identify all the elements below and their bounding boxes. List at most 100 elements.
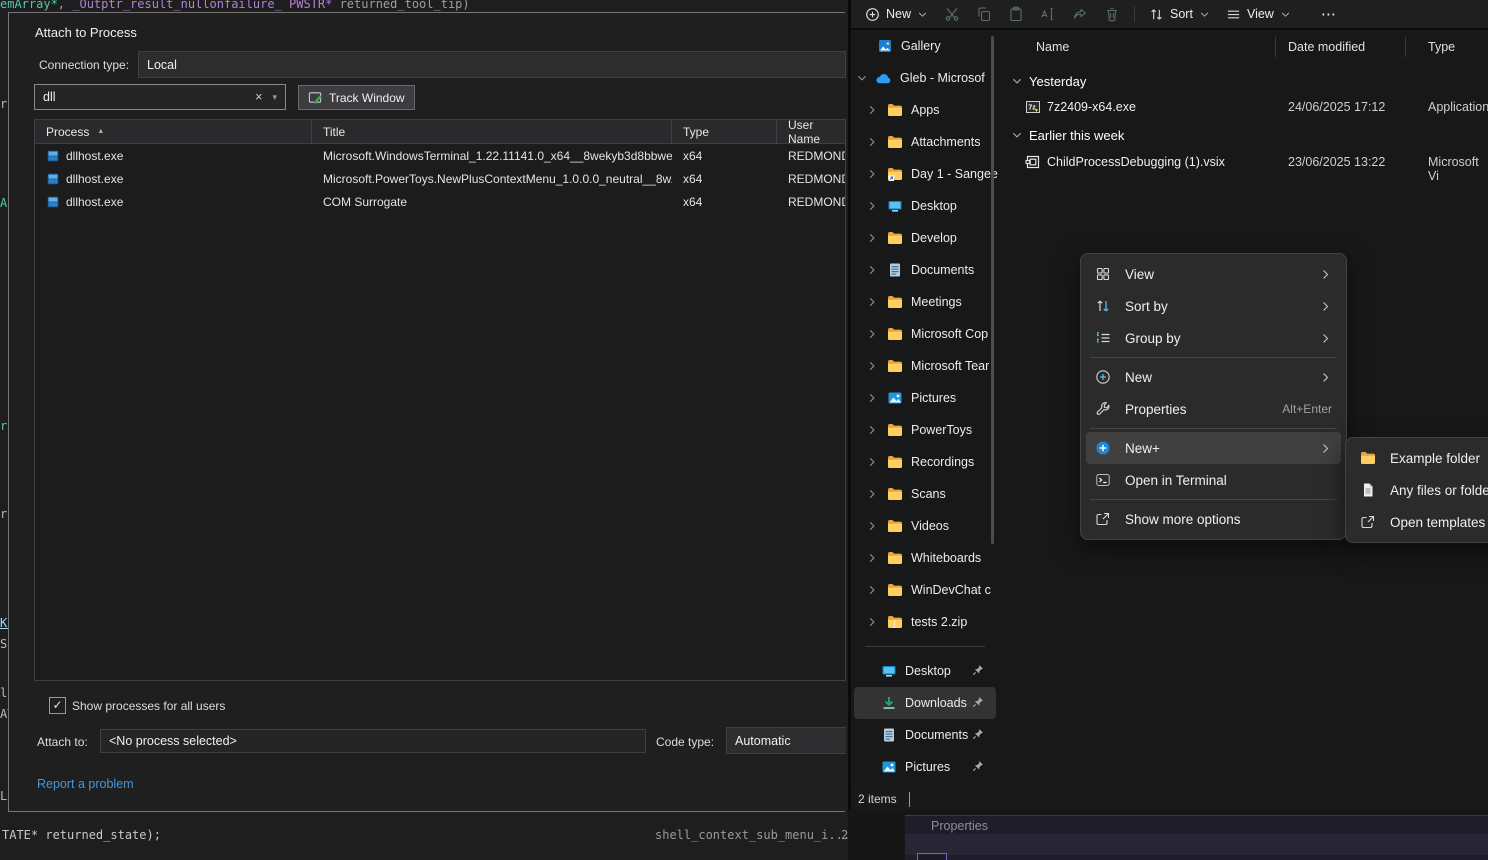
chevron-right-icon[interactable] bbox=[865, 552, 879, 564]
menu-item-sort-by[interactable]: Sort by bbox=[1086, 290, 1341, 322]
sidebar-item-attachments[interactable]: Attachments bbox=[851, 126, 999, 158]
chevron-right-icon[interactable] bbox=[865, 104, 879, 116]
cut-button[interactable] bbox=[936, 2, 968, 26]
submenu-item-example-folder[interactable]: Example folder bbox=[1351, 442, 1488, 474]
submenu-chevron-icon bbox=[1319, 442, 1332, 455]
sidebar-item-apps[interactable]: Apps bbox=[851, 94, 999, 126]
chevron-right-icon[interactable] bbox=[865, 616, 879, 628]
sidebar-item-onedrive[interactable]: Gleb - Microsof bbox=[851, 62, 999, 94]
item-count: 2 items bbox=[858, 792, 897, 806]
column-header-date-modified[interactable]: Date modified bbox=[1288, 40, 1365, 54]
connection-type-combo[interactable]: Local bbox=[138, 51, 846, 78]
properties-panel-field[interactable] bbox=[917, 853, 947, 860]
table-row[interactable]: dllhost.exe Microsoft.WindowsTerminal_1.… bbox=[35, 144, 845, 167]
chevron-right-icon[interactable] bbox=[865, 456, 879, 468]
report-a-problem-link[interactable]: Report a problem bbox=[37, 777, 134, 791]
column-header-title[interactable]: Title bbox=[312, 120, 672, 143]
chevron-right-icon[interactable] bbox=[865, 296, 879, 308]
submenu-chevron-icon bbox=[1319, 371, 1332, 384]
sidebar-item-microsoft-tear[interactable]: Microsoft Tear bbox=[851, 350, 999, 382]
sidebar-item-windevchat[interactable]: WinDevChat c bbox=[851, 574, 999, 606]
column-divider[interactable] bbox=[1405, 37, 1406, 57]
sidebar-item-pictures[interactable]: Pictures bbox=[851, 382, 999, 414]
chevron-right-icon[interactable] bbox=[865, 488, 879, 500]
sidebar-item-powertoys[interactable]: PowerToys bbox=[851, 414, 999, 446]
code-type-combo[interactable]: Automatic bbox=[726, 727, 846, 754]
sidebar-item-tests-zip[interactable]: tests 2.zip bbox=[851, 606, 999, 638]
statusbar-divider bbox=[909, 792, 910, 807]
submenu-item-open-templates[interactable]: Open templates bbox=[1351, 506, 1488, 538]
submenu-item-any-files[interactable]: Any files or folde bbox=[1351, 474, 1488, 506]
column-divider[interactable] bbox=[1275, 37, 1276, 57]
pin-icon bbox=[971, 695, 985, 709]
sidebar-item-develop[interactable]: Develop bbox=[851, 222, 999, 254]
menu-item-properties[interactable]: Properties Alt+Enter bbox=[1086, 393, 1341, 425]
delete-button[interactable] bbox=[1096, 2, 1128, 26]
process-filter-input[interactable]: dll × ▾ bbox=[34, 84, 286, 110]
rename-button[interactable] bbox=[1032, 2, 1064, 26]
sidebar-item-videos[interactable]: Videos bbox=[851, 510, 999, 542]
new-button[interactable]: New bbox=[857, 2, 936, 26]
sidebar-item-whiteboards[interactable]: Whiteboards bbox=[851, 542, 999, 574]
column-header-type[interactable]: Type bbox=[1428, 40, 1455, 54]
sidebar-item-desktop-pinned[interactable]: Desktop bbox=[851, 655, 999, 687]
file-row-7z[interactable]: 7z2409-x64.exe 24/06/2025 17:12 Applicat… bbox=[1001, 94, 1488, 121]
paste-button[interactable] bbox=[1000, 2, 1032, 26]
chevron-right-icon[interactable] bbox=[865, 200, 879, 212]
folder-icon bbox=[887, 102, 903, 118]
menu-item-view[interactable]: View bbox=[1086, 258, 1341, 290]
chevron-right-icon[interactable] bbox=[865, 136, 879, 148]
group-header-yesterday[interactable]: Yesterday bbox=[1001, 68, 1488, 94]
attach-to-field[interactable]: <No process selected> bbox=[100, 729, 646, 753]
sidebar-item-scans[interactable]: Scans bbox=[851, 478, 999, 510]
chevron-right-icon[interactable] bbox=[865, 520, 879, 532]
sidebar-item-microsoft-cop[interactable]: Microsoft Cop bbox=[851, 318, 999, 350]
sidebar-item-day1[interactable]: Day 1 - Sangee bbox=[851, 158, 999, 190]
copy-button[interactable] bbox=[968, 2, 1000, 26]
menu-item-open-in-terminal[interactable]: Open in Terminal bbox=[1086, 464, 1341, 496]
chevron-right-icon[interactable] bbox=[865, 584, 879, 596]
menu-item-group-by[interactable]: Group by bbox=[1086, 322, 1341, 354]
chevron-right-icon[interactable] bbox=[865, 424, 879, 436]
show-all-users-checkbox[interactable]: ✓ bbox=[49, 697, 66, 714]
sidebar-scrollbar[interactable] bbox=[991, 36, 994, 544]
filter-dropdown-icon[interactable]: ▾ bbox=[272, 92, 277, 103]
sidebar-item-desktop[interactable]: Desktop bbox=[851, 190, 999, 222]
sidebar-item-pictures-pinned[interactable]: Pictures bbox=[851, 751, 999, 783]
chevron-right-icon[interactable] bbox=[865, 264, 879, 276]
document-icon bbox=[887, 262, 903, 278]
menu-item-new-plus[interactable]: New+ bbox=[1086, 432, 1341, 464]
menu-item-show-more-options[interactable]: Show more options bbox=[1086, 503, 1341, 535]
menu-item-new[interactable]: New bbox=[1086, 361, 1341, 393]
submenu-chevron-icon bbox=[1319, 332, 1332, 345]
chevron-expanded-icon[interactable] bbox=[856, 71, 868, 85]
table-row[interactable]: dllhost.exe Microsoft.PowerToys.NewPlusC… bbox=[35, 167, 845, 190]
column-header-process[interactable]: Process▲ bbox=[35, 120, 312, 143]
sidebar-item-documents[interactable]: Documents bbox=[851, 254, 999, 286]
file-row-vsix[interactable]: ChildProcessDebugging (1).vsix 23/06/202… bbox=[1001, 149, 1488, 176]
sort-button[interactable]: Sort bbox=[1141, 2, 1218, 26]
sidebar-item-gallery[interactable]: Gallery bbox=[851, 30, 999, 62]
chevron-expanded-icon[interactable] bbox=[1011, 129, 1023, 141]
chevron-right-icon[interactable] bbox=[865, 168, 879, 180]
chevron-right-icon[interactable] bbox=[865, 392, 879, 404]
view-button[interactable]: View bbox=[1218, 2, 1299, 26]
sidebar-item-documents-pinned[interactable]: Documents bbox=[851, 719, 999, 751]
chevron-right-icon[interactable] bbox=[865, 328, 879, 340]
chevron-right-icon[interactable] bbox=[865, 360, 879, 372]
column-header-type[interactable]: Type bbox=[672, 120, 777, 143]
chevron-right-icon[interactable] bbox=[865, 232, 879, 244]
table-row[interactable]: dllhost.exe COM Surrogate x64 REDMOND bbox=[35, 190, 845, 213]
sidebar-item-meetings[interactable]: Meetings bbox=[851, 286, 999, 318]
sidebar-item-recordings[interactable]: Recordings bbox=[851, 446, 999, 478]
context-menu: View Sort by Group by New Properties Alt… bbox=[1080, 253, 1347, 540]
track-window-button[interactable]: Track Window bbox=[298, 85, 415, 110]
column-header-username[interactable]: User Name bbox=[777, 120, 845, 143]
more-options-button[interactable]: ⋯ bbox=[1313, 2, 1345, 26]
share-button[interactable] bbox=[1064, 2, 1096, 26]
sidebar-item-downloads-pinned[interactable]: Downloads bbox=[854, 687, 996, 719]
column-header-name[interactable]: Name bbox=[1036, 40, 1069, 54]
chevron-expanded-icon[interactable] bbox=[1011, 75, 1023, 87]
group-header-earlier-this-week[interactable]: Earlier this week bbox=[1001, 122, 1488, 148]
filter-clear-icon[interactable]: × bbox=[255, 90, 262, 104]
